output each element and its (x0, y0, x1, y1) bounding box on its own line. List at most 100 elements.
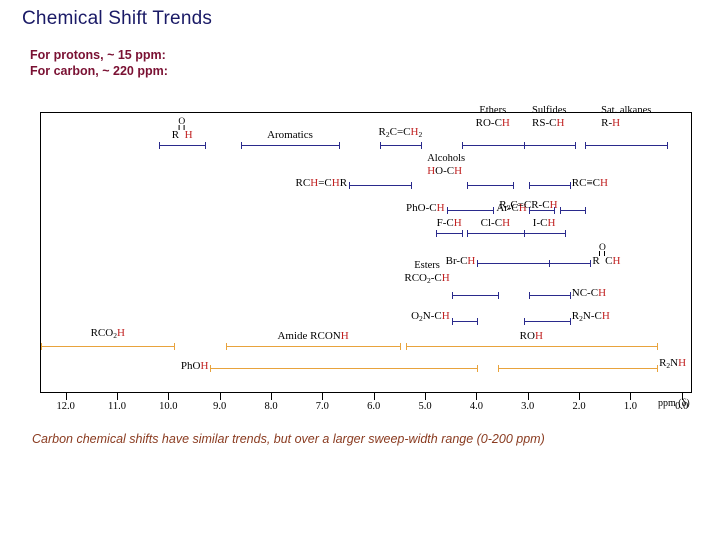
range-bar (41, 346, 175, 347)
range-bar (451, 321, 478, 322)
range-bar (549, 263, 591, 264)
range-bar (446, 210, 493, 211)
axis-tick (579, 393, 581, 400)
range-endcap (420, 142, 422, 149)
range-endcap (451, 318, 453, 325)
range-label: RO CH (592, 243, 621, 267)
range-bar (436, 233, 462, 234)
range-endcap (405, 343, 407, 350)
range-bar (467, 233, 524, 234)
range-endcap (349, 182, 351, 189)
range-bar (241, 145, 339, 146)
range-endcap (657, 343, 659, 350)
range-endcap (528, 182, 530, 189)
subtitle-carbon: For carbon, ~ 220 ppm: (30, 64, 168, 78)
range-endcap (210, 365, 212, 372)
range-endcap (477, 260, 479, 267)
range-bar (523, 145, 575, 146)
axis-tick-label: 11.0 (108, 401, 126, 412)
axis-tick-label: 6.0 (367, 401, 381, 412)
axis-tick-label: 10.0 (159, 401, 178, 412)
axis-tick (476, 393, 478, 400)
range-bar (523, 321, 570, 322)
axis-tick (527, 393, 529, 400)
ppm-axis: 12.0 11.0 10.0 9.0 8.0 7.0 6.0 5.0 4.0 3.0 2.0 1.0 0… (40, 393, 692, 419)
range-endcap (159, 142, 161, 149)
range-label: RC≡CH (571, 177, 608, 189)
axis-tick-label: 1.0 (623, 401, 637, 412)
range-endcap (564, 230, 566, 237)
range-endcap (446, 207, 448, 214)
range-endcap (492, 207, 494, 214)
range-bar (559, 210, 586, 211)
axis-tick (168, 393, 170, 400)
range-bar (461, 145, 524, 146)
range-endcap (585, 207, 587, 214)
range-label: Amide RCONH (277, 330, 349, 342)
axis-tick-label: 9.0 (213, 401, 227, 412)
range-label: Alcohols HO-CH (427, 153, 466, 177)
range-label: R2C=CR-CH (499, 199, 558, 212)
figure-caption: Carbon chemical shifts have similar tren… (32, 432, 545, 446)
range-label: PhO-CH (406, 202, 445, 214)
axis-tick-label: 12.0 (56, 401, 75, 412)
range-label: O2N-CH (411, 310, 450, 323)
range-bar (210, 368, 478, 369)
axis-tick-label: 2.0 (572, 401, 586, 412)
range-bar (467, 185, 514, 186)
range-label: Ethers RO-CH (475, 105, 510, 129)
page-title: Chemical Shift Trends (22, 8, 213, 29)
range-endcap (574, 142, 576, 149)
axis-tick (630, 393, 632, 400)
range-bar (451, 295, 498, 296)
range-label: R2NH (659, 357, 687, 370)
range-bar (405, 346, 658, 347)
range-label: R2N-CH (571, 310, 610, 323)
range-label: RCH=CHR (295, 177, 348, 189)
axis-tick (65, 393, 67, 400)
range-label: Sulfides RS-CH (532, 105, 567, 129)
range-bar (497, 368, 658, 369)
range-endcap (41, 343, 42, 350)
axis-tick (373, 393, 375, 400)
range-bar (585, 145, 668, 146)
range-endcap (467, 182, 469, 189)
axis-tick (425, 393, 427, 400)
axis-tick-label: 5.0 (418, 401, 432, 412)
range-endcap (523, 142, 525, 149)
range-label: Sat. alkanes R-H (601, 105, 652, 129)
range-endcap (379, 142, 381, 149)
axis-tick-label: 8.0 (264, 401, 278, 412)
range-endcap (528, 292, 530, 299)
range-label: PhOH (180, 360, 209, 372)
range-bar (523, 233, 565, 234)
range-endcap (174, 343, 176, 350)
axis-tick (117, 393, 118, 400)
chemical-shift-chart: RO H Aromatics R2C=CH2 Ethers RO-CH Sulfides R… (40, 105, 692, 393)
range-endcap (497, 365, 499, 372)
range-endcap (585, 142, 587, 149)
range-endcap (667, 142, 669, 149)
axis-tick-label: 7.0 (315, 401, 329, 412)
range-bar (159, 145, 206, 146)
range-label: Cl-CH (480, 217, 511, 229)
range-endcap (461, 142, 463, 149)
axis-tick (219, 393, 221, 400)
range-endcap (451, 292, 453, 299)
range-endcap (549, 260, 551, 267)
range-endcap (205, 142, 207, 149)
range-bar (225, 346, 401, 347)
subtitle-block: For protons, ~ 15 ppm: For carbon, ~ 220… (30, 47, 168, 79)
range-label: RCO2H (90, 327, 125, 340)
range-endcap (477, 318, 479, 325)
range-endcap (497, 292, 499, 299)
subtitle-protons: For protons, ~ 15 ppm: (30, 48, 166, 62)
range-label: Aromatics (267, 129, 313, 141)
range-bar (528, 295, 570, 296)
axis-unit-label: ppm (δ) (658, 398, 690, 409)
range-endcap (436, 230, 438, 237)
range-bar (349, 185, 411, 186)
range-bar (379, 145, 421, 146)
range-endcap (477, 365, 479, 372)
axis-tick-label: 3.0 (521, 401, 535, 412)
